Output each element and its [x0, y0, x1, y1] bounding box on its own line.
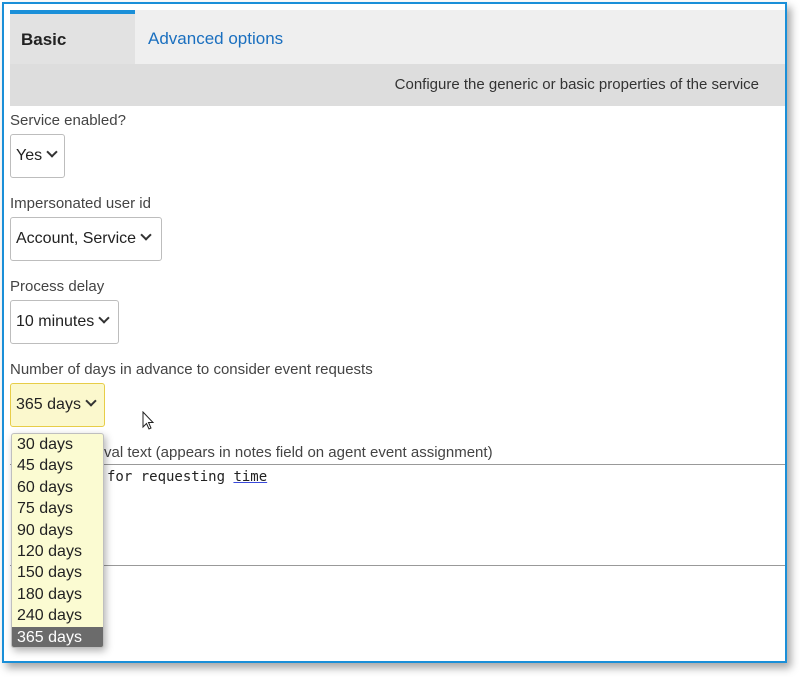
dropdown-option[interactable]: 180 days	[12, 584, 103, 605]
tab-advanced-options[interactable]: Advanced options	[137, 10, 294, 64]
dialog-frame: Basic options Advanced options Configure…	[2, 2, 787, 663]
chevron-down-icon	[98, 312, 110, 324]
dropdown-option[interactable]: 60 days	[12, 477, 103, 498]
process-delay-value: 10 minutes	[16, 313, 95, 330]
tab-basic-options[interactable]: Basic options	[10, 10, 135, 101]
dropdown-option[interactable]: 90 days	[12, 520, 103, 541]
days-in-advance-label: Number of days in advance to consider ev…	[10, 361, 373, 378]
chevron-down-icon	[46, 146, 58, 158]
chevron-down-icon	[85, 395, 97, 407]
impersonated-user-value: Account, Service	[16, 230, 137, 247]
days-dropdown-list: 30 days 45 days 60 days 75 days 90 days …	[11, 433, 104, 648]
days-in-advance-select[interactable]: 365 days	[10, 383, 105, 427]
process-delay-select[interactable]: 10 minutes	[10, 300, 119, 344]
process-delay-label: Process delay	[10, 278, 105, 295]
approval-text-underlined-word: time	[233, 469, 268, 485]
days-in-advance-value: 365 days	[16, 396, 81, 413]
impersonated-user-select[interactable]: Account, Service	[10, 217, 162, 261]
approval-text-field[interactable]: for requesting time	[10, 464, 785, 566]
dropdown-option[interactable]: 30 days	[12, 434, 103, 455]
service-enabled-label: Service enabled?	[10, 112, 126, 129]
impersonated-user-label: Impersonated user id	[10, 195, 151, 212]
dropdown-option-selected[interactable]: 365 days	[12, 626, 103, 647]
chevron-down-icon	[140, 229, 152, 241]
dropdown-option[interactable]: 120 days	[12, 541, 103, 562]
dropdown-option[interactable]: 75 days	[12, 498, 103, 519]
dropdown-option[interactable]: 45 days	[12, 455, 103, 476]
service-enabled-select[interactable]: Yes	[10, 134, 65, 178]
section-description: Configure the generic or basic propertie…	[10, 64, 785, 106]
mouse-pointer-icon	[142, 411, 155, 430]
approval-text-label: val text (appears in notes field on agen…	[104, 444, 493, 461]
service-enabled-value: Yes	[16, 147, 43, 164]
tab-bar: Basic options Advanced options	[10, 10, 785, 101]
dropdown-option[interactable]: 150 days	[12, 562, 103, 583]
dropdown-option[interactable]: 240 days	[12, 605, 103, 626]
